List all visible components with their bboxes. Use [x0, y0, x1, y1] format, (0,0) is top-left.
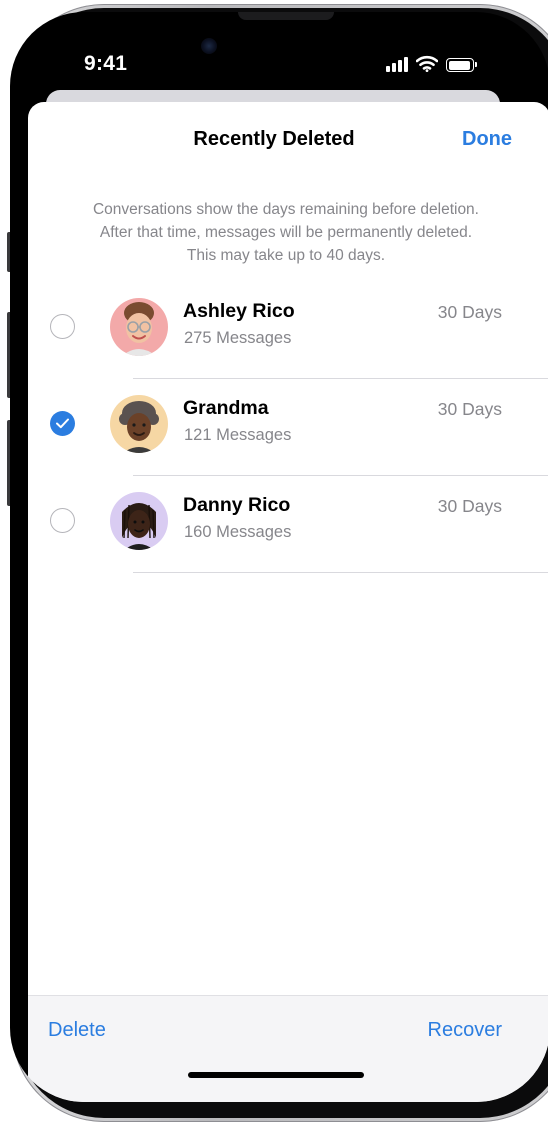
page-title: Recently Deleted [193, 128, 355, 150]
cellular-signal-icon [386, 56, 408, 72]
avatar [110, 298, 168, 356]
info-line: After that time, messages will be perman… [99, 224, 473, 241]
contact-name: Grandma [183, 397, 269, 419]
battery-icon [446, 58, 477, 72]
memoji-grandma-avatar [110, 395, 168, 453]
avatar [110, 395, 168, 453]
status-icons [386, 54, 477, 72]
phone-screen: 9:41 Recently Deleted Done Conversations… [10, 12, 548, 1102]
days-remaining: 30 Days [437, 302, 502, 322]
status-time: 9:41 [84, 52, 128, 75]
contact-name: Ashley Rico [183, 300, 295, 322]
home-indicator[interactable] [188, 1072, 364, 1078]
row-separator [133, 572, 548, 573]
deletion-info-text: Conversations show the days remaining be… [58, 198, 514, 267]
contact-name: Danny Rico [183, 494, 291, 516]
message-count: 275 Messages [184, 329, 292, 347]
avatar [110, 492, 168, 550]
wifi-icon [416, 55, 438, 72]
front-camera [201, 38, 217, 54]
iphone-mockup: 9:41 Recently Deleted Done Conversations… [0, 0, 548, 1125]
recover-button[interactable]: Recover [428, 1019, 502, 1042]
days-remaining: 30 Days [437, 399, 502, 419]
info-line: Conversations show the days remaining be… [92, 201, 479, 218]
bottom-toolbar: Delete Recover [28, 995, 548, 1102]
checkmark-circle-icon[interactable] [50, 411, 75, 436]
conversation-row-danny-rico[interactable]: Danny Rico 160 Messages 30 Days [28, 476, 548, 573]
done-button[interactable]: Done [462, 128, 512, 151]
info-line: This may take up to 40 days. [186, 247, 386, 264]
days-remaining: 30 Days [437, 496, 502, 516]
earpiece [238, 12, 334, 20]
memoji-glasses-avatar [110, 298, 168, 356]
conversation-row-grandma[interactable]: Grandma 121 Messages 30 Days [28, 379, 548, 476]
delete-button[interactable]: Delete [48, 1019, 106, 1042]
message-count: 121 Messages [184, 426, 292, 444]
memoji-locs-avatar [110, 492, 168, 550]
conversation-row-ashley-rico[interactable]: Ashley Rico 275 Messages 30 Days [28, 282, 548, 379]
conversation-list: Ashley Rico 275 Messages 30 Days Grandma… [28, 282, 548, 573]
recently-deleted-sheet: Recently Deleted Done Conversations show… [28, 102, 548, 1102]
selection-circle-icon[interactable] [50, 508, 75, 533]
selection-circle-icon[interactable] [50, 314, 75, 339]
message-count: 160 Messages [184, 523, 292, 541]
